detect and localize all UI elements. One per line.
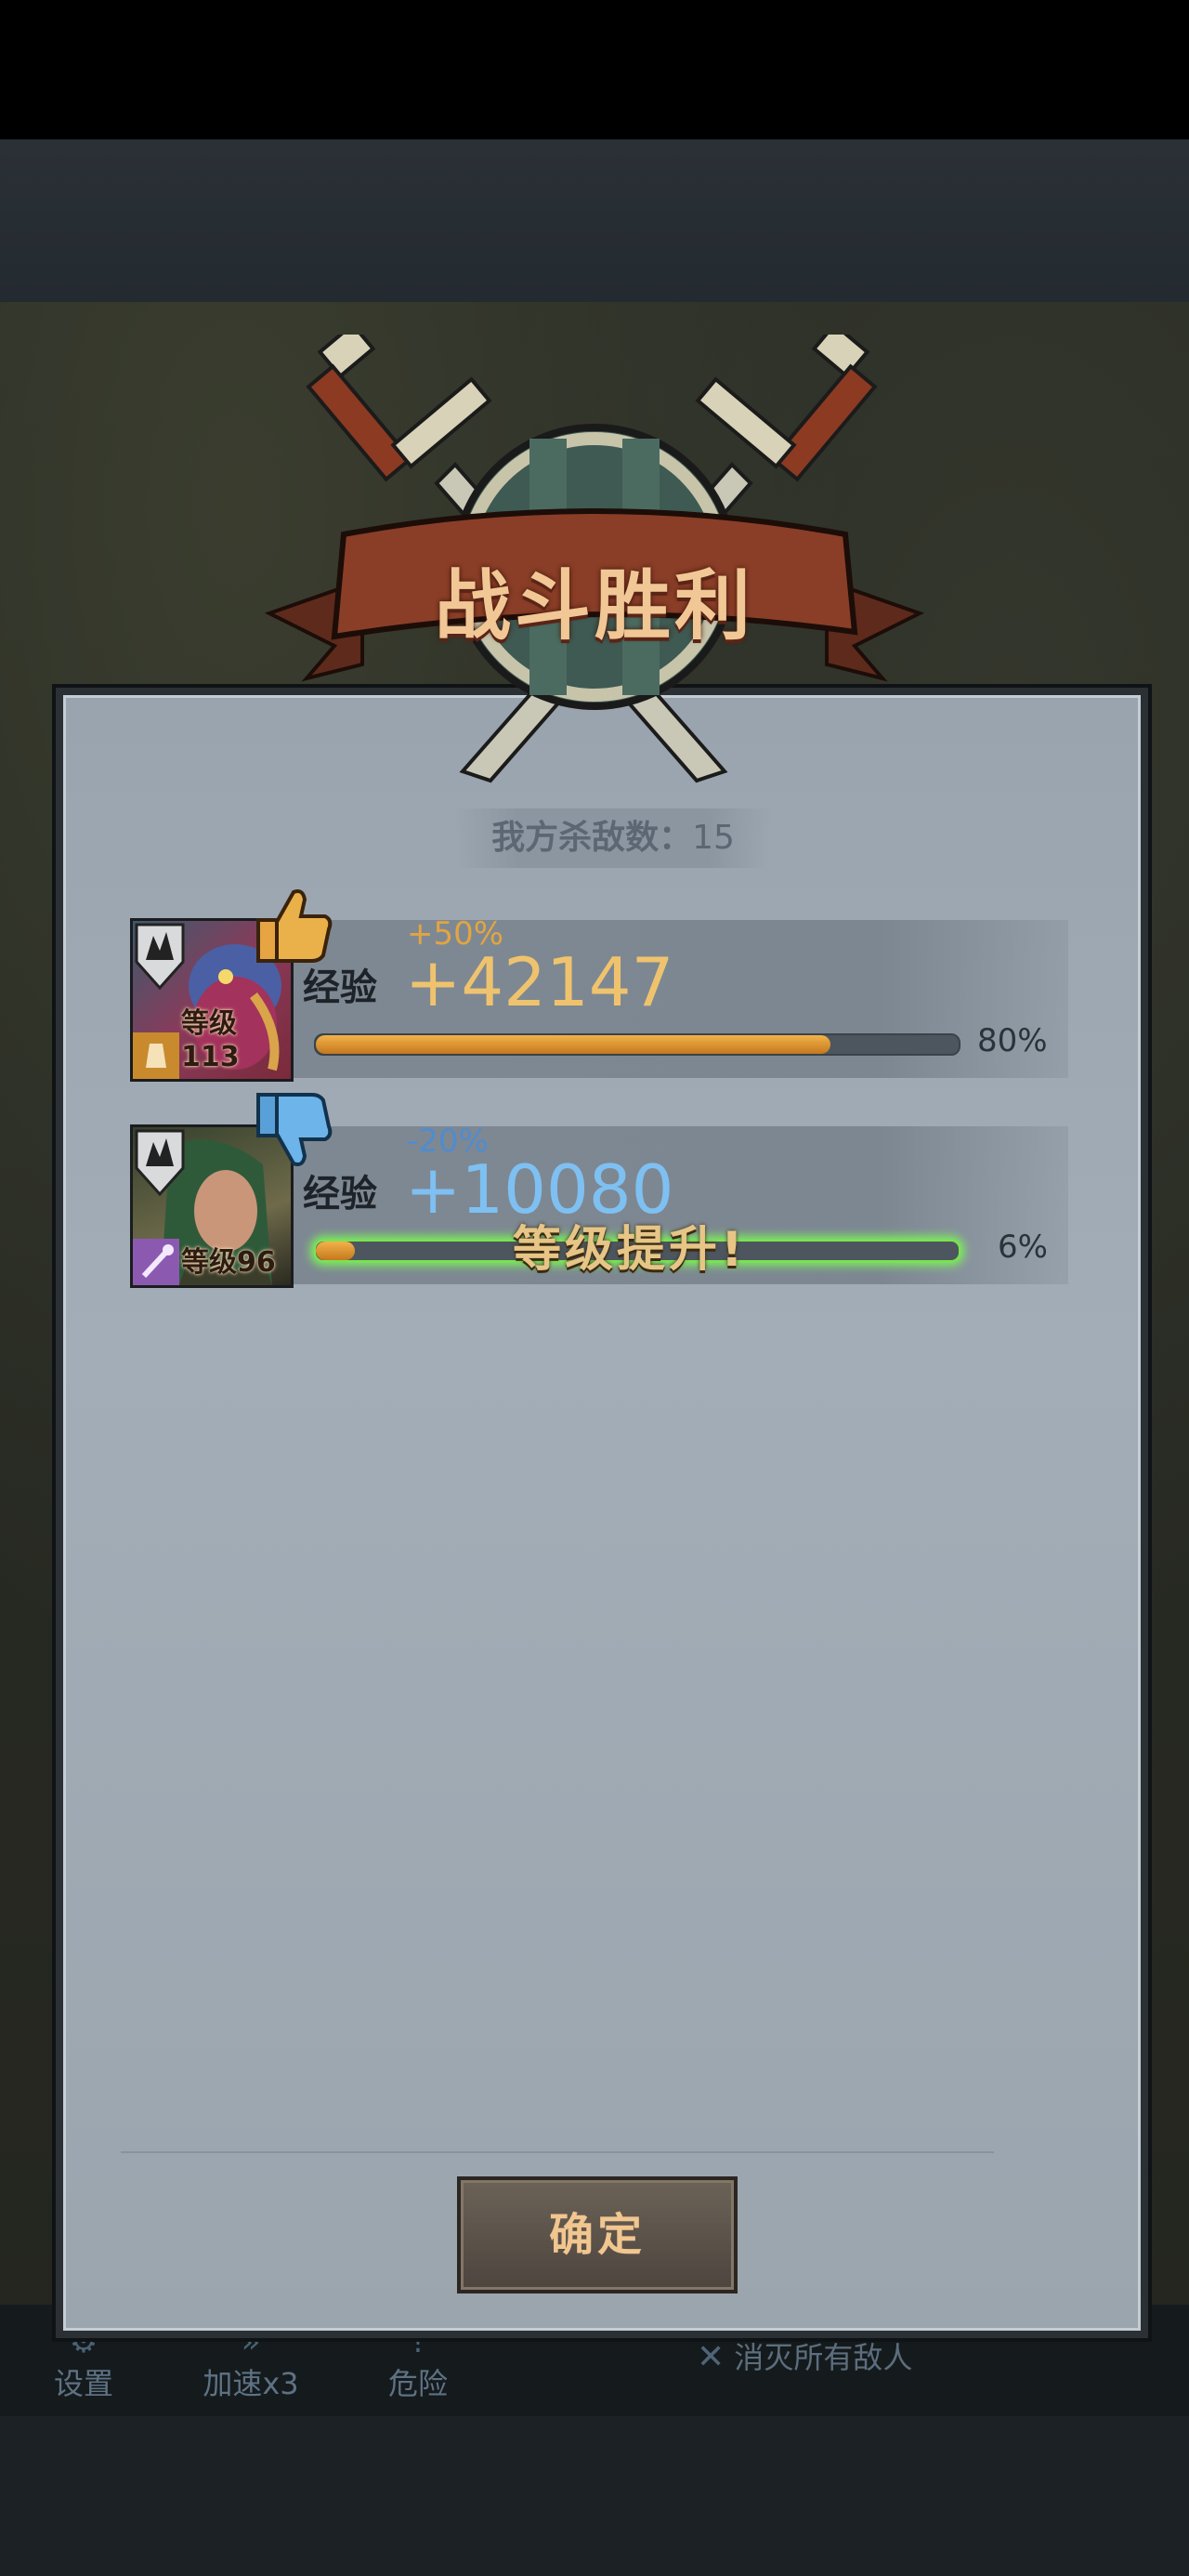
bottom-footer: [0, 2416, 1189, 2576]
exp-label-1: 经验: [303, 966, 377, 1009]
exp-percent-1: 80%: [977, 1022, 1048, 1059]
danger-label: 危险: [387, 2366, 448, 2401]
panel-divider: [121, 2151, 994, 2153]
staff-class-icon: [133, 1239, 179, 1285]
crossed-swords-icon: ✕: [697, 2338, 725, 2376]
exp-gain-1: +42147: [405, 943, 674, 1021]
shield-icon: [135, 923, 185, 990]
objective-indicator: ✕ 消灭所有敌人: [697, 2334, 975, 2377]
class-icon: [133, 1032, 179, 1079]
victory-title: 战斗胜利: [434, 562, 754, 651]
exp-progress-fill-1: [316, 1035, 830, 1054]
hero-level-2: 等级96: [181, 1246, 276, 1279]
status-bar: [0, 0, 1189, 139]
exp-percent-2: 6%: [998, 1229, 1048, 1266]
exp-progress-bar-1: [314, 1033, 960, 1056]
kill-count-label: 我方杀敌数：: [491, 819, 693, 857]
speed-label: 加速x3: [203, 2366, 299, 2401]
settings-label: 设置: [53, 2366, 113, 2401]
exp-progress-fill-2: [316, 1242, 355, 1260]
hero-level-1: 等级113: [181, 1007, 240, 1073]
victory-emblem: 战斗胜利: [251, 322, 938, 818]
kill-count: 我方杀敌数：15: [455, 808, 771, 868]
thumbs-up-icon: [256, 889, 333, 963]
confirm-button[interactable]: 确定: [457, 2176, 738, 2293]
level-up-banner: 等级提升!: [513, 1222, 747, 1278]
thumbs-down-icon: [256, 1093, 333, 1166]
header-strip: [0, 139, 1189, 306]
shield-icon: [135, 1129, 185, 1196]
kill-count-value: 15: [692, 819, 735, 857]
exp-label-2: 经验: [303, 1173, 377, 1216]
objective-label: 消灭所有敌人: [734, 2340, 913, 2375]
